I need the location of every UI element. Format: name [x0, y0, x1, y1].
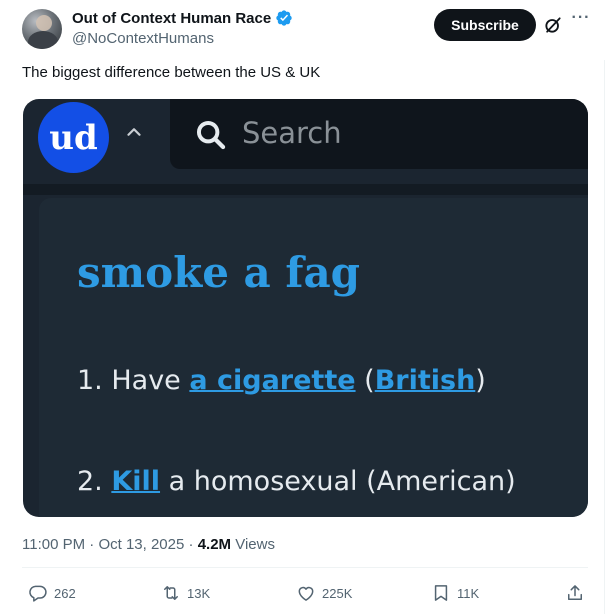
author-handle[interactable]: @NoContextHumans: [72, 30, 214, 47]
caret-up-icon: [127, 128, 141, 136]
def1-link-cigarette: a cigarette: [189, 365, 356, 396]
urban-dictionary-logo: ud: [38, 102, 109, 173]
def1-suffix: ): [475, 365, 486, 396]
subscribe-button[interactable]: Subscribe: [434, 9, 536, 41]
like-count: 225K: [322, 585, 353, 601]
share-button[interactable]: [565, 583, 591, 603]
definition-card: smoke a fag 1. Have a cigarette (British…: [39, 198, 588, 517]
grok-icon[interactable]: [543, 15, 563, 35]
definition-2: 2. Kill a homosexual (American): [77, 466, 516, 497]
meta-dot: ·: [85, 536, 99, 553]
separator: [22, 567, 588, 568]
bookmark-count: 11K: [457, 585, 480, 601]
def1-prefix: 1. Have: [77, 365, 190, 396]
def1-link-british: British: [374, 365, 476, 396]
like-icon: [298, 586, 314, 601]
verified-badge-icon: [276, 10, 292, 26]
bookmark-icon: [434, 585, 448, 601]
tweet-date[interactable]: Oct 13, 2025: [98, 536, 184, 553]
term-title: smoke a fag: [77, 248, 361, 297]
timeline-border: [604, 60, 605, 614]
tweet-time[interactable]: 11:00 PM: [22, 536, 85, 553]
tweet-media-image[interactable]: ud Search smoke a fag 1. Have a cigarett…: [23, 99, 588, 517]
definition-1: 1. Have a cigarette (British): [77, 365, 486, 396]
share-icon: [568, 585, 582, 600]
reply-count: 262: [54, 585, 76, 601]
repost-icon: [164, 586, 178, 600]
author-name-row[interactable]: Out of Context Human Race: [72, 9, 293, 27]
tweet-text: The biggest difference between the US & …: [22, 64, 321, 81]
author-display-name[interactable]: Out of Context Human Race: [72, 10, 271, 27]
views-label: Views: [231, 536, 275, 553]
reply-icon: [29, 585, 47, 602]
def2-suffix: a homosexual (American): [160, 466, 516, 497]
reply-button[interactable]: 262: [28, 583, 76, 603]
more-icon[interactable]: ···: [570, 10, 592, 32]
like-button[interactable]: 225K: [296, 583, 352, 603]
tweet-meta: 11:00 PM · Oct 13, 2025 · 4.2M Views: [22, 536, 275, 553]
search-placeholder: Search: [242, 116, 342, 150]
repost-button[interactable]: 13K: [161, 583, 210, 603]
tweet-header: Out of Context Human Race @NoContextHuma…: [0, 0, 608, 60]
def2-link-kill: Kill: [111, 466, 161, 497]
ud-search-box: Search: [170, 99, 588, 169]
search-icon: [196, 120, 226, 150]
meta-dot-2: ·: [184, 536, 198, 553]
repost-count: 13K: [187, 585, 211, 601]
action-bar: 262 13K 225K 11K: [0, 579, 608, 609]
def1-mid: (: [355, 365, 375, 396]
avatar[interactable]: [22, 9, 62, 49]
divider: [23, 184, 588, 195]
bookmark-button[interactable]: 11K: [431, 583, 479, 603]
views-count: 4.2M: [197, 536, 232, 553]
def2-prefix: 2.: [77, 466, 112, 497]
